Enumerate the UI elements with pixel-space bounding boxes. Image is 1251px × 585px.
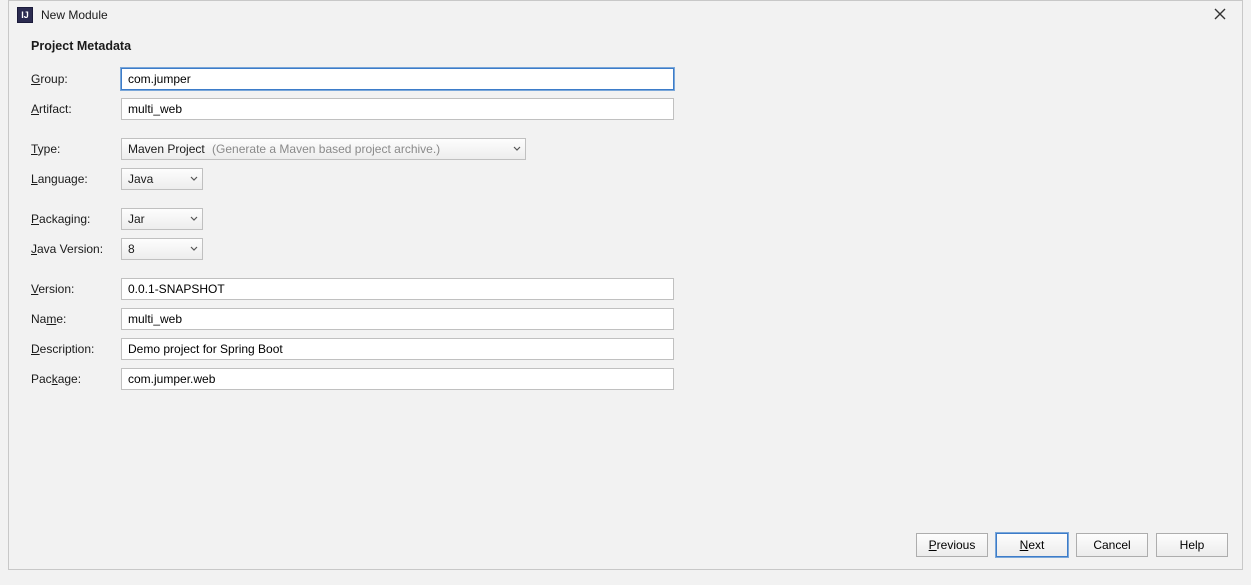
version-label: Version: [31,282,121,296]
chevron-down-icon [513,142,521,156]
artifact-input[interactable] [121,98,674,120]
packaging-label: Packaging: [31,212,121,226]
new-module-dialog: IJ New Module Project Metadata Group: Ar… [8,0,1243,570]
next-button[interactable]: Next [996,533,1068,557]
dialog-content: Project Metadata Group: Artifact: Type: … [9,29,1242,523]
chevron-down-icon [190,242,198,256]
java-version-label: Java Version: [31,242,121,256]
button-bar: Previous Next Cancel Help [9,523,1242,569]
help-button[interactable]: Help [1156,533,1228,557]
group-input[interactable] [121,68,674,90]
language-label: Language: [31,172,121,186]
chevron-down-icon [190,172,198,186]
name-label: Name: [31,312,121,326]
description-label: Description: [31,342,121,356]
type-select[interactable]: Maven Project (Generate a Maven based pr… [121,138,526,160]
version-input[interactable] [121,278,674,300]
previous-button[interactable]: Previous [916,533,988,557]
chevron-down-icon [190,212,198,226]
app-icon: IJ [17,7,33,23]
group-label: Group: [31,72,121,86]
name-input[interactable] [121,308,674,330]
language-select[interactable]: Java [121,168,203,190]
description-input[interactable] [121,338,674,360]
package-label: Package: [31,372,121,386]
type-label: Type: [31,142,121,156]
package-input[interactable] [121,368,674,390]
java-version-select[interactable]: 8 [121,238,203,260]
titlebar: IJ New Module [9,1,1242,29]
cancel-button[interactable]: Cancel [1076,533,1148,557]
packaging-select[interactable]: Jar [121,208,203,230]
artifact-label: Artifact: [31,102,121,116]
section-title: Project Metadata [31,39,1220,53]
close-icon[interactable] [1206,5,1234,25]
window-title: New Module [41,8,1206,22]
